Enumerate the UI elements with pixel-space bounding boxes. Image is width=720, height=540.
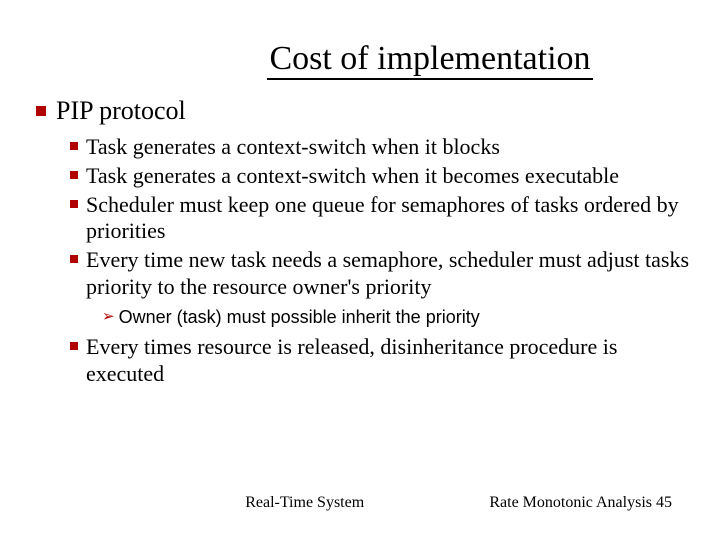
square-bullet-icon <box>70 342 78 350</box>
square-bullet-icon <box>70 142 78 150</box>
slide-footer: Real-Time System Rate Monotonic Analysis… <box>0 494 720 512</box>
bullet-level2: Task generates a context-switch when it … <box>70 134 690 161</box>
slide-title: Cost of implementation <box>170 40 690 78</box>
bullet-level2-text: Every time new task needs a semaphore, s… <box>86 247 690 301</box>
bullet-level2-text: Task generates a context-switch when it … <box>86 134 500 161</box>
square-bullet-icon <box>70 200 78 208</box>
square-bullet-icon <box>70 171 78 179</box>
footer-right: Rate Monotonic Analysis 45 <box>489 494 672 512</box>
footer-right-label: Rate Monotonic Analysis <box>489 494 652 511</box>
square-bullet-icon <box>36 106 46 116</box>
bullet-level2-text: Every times resource is released, disinh… <box>86 334 690 388</box>
slide-title-text: Cost of implementation <box>267 40 592 80</box>
square-bullet-icon <box>70 255 78 263</box>
arrow-bullet-icon: ➢ <box>102 307 115 325</box>
bullet-level2: Every time new task needs a semaphore, s… <box>70 247 690 301</box>
footer-page-number: 45 <box>656 494 672 511</box>
bullet-level1: PIP protocol <box>36 96 690 126</box>
bullet-level2: Every times resource is released, disinh… <box>70 334 690 388</box>
bullet-level2-text: Task generates a context-switch when it … <box>86 163 619 190</box>
bullet-level2: Scheduler must keep one queue for semaph… <box>70 192 690 246</box>
bullet-level2: Task generates a context-switch when it … <box>70 163 690 190</box>
footer-center-text: Real-Time System <box>120 494 489 512</box>
bullet-level2-text: Scheduler must keep one queue for semaph… <box>86 192 690 246</box>
bullet-level3: ➢ Owner (task) must possible inherit the… <box>102 307 690 328</box>
bullet-level3-text: Owner (task) must possible inherit the p… <box>119 307 480 328</box>
bullet-level1-text: PIP protocol <box>56 96 186 126</box>
